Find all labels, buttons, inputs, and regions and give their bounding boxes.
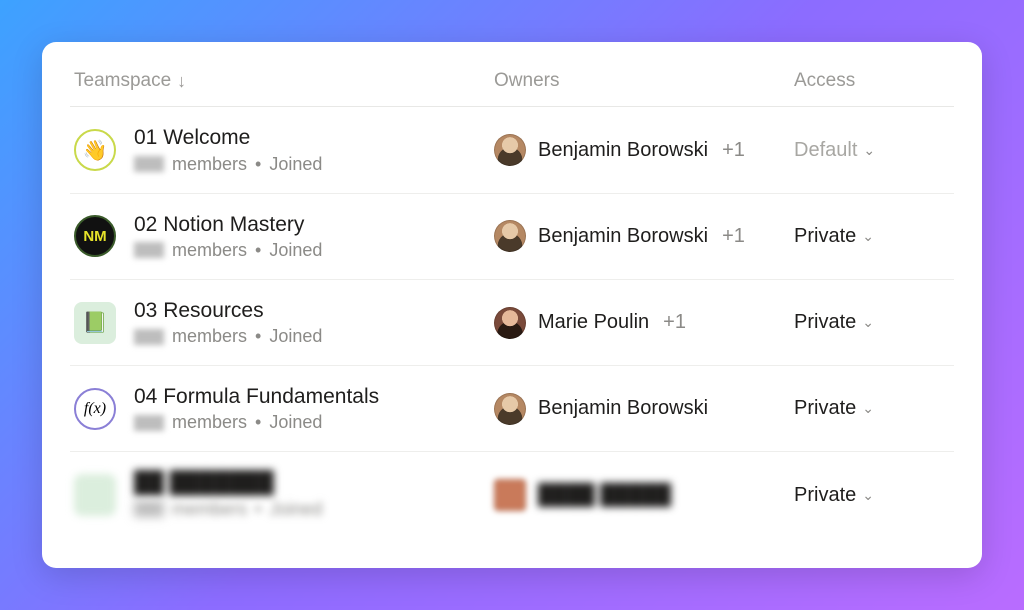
owners-cell: Benjamin Borowski +1	[494, 220, 794, 252]
teamspace-subtitle: members • Joined	[134, 240, 322, 261]
teamspace-title: 03 Resources	[134, 298, 322, 324]
access-value: Private	[794, 225, 856, 248]
teamspace-subtitle: members • Joined	[134, 326, 322, 347]
owners-cell: Benjamin Borowski +1	[494, 134, 794, 166]
access-dropdown[interactable]: Default ⌄	[794, 139, 950, 162]
header-owners[interactable]: Owners	[494, 70, 794, 92]
separator-dot: •	[255, 154, 261, 175]
chevron-down-icon: ⌄	[862, 314, 874, 331]
table-row[interactable]: 📗 03 Resourcesmembers • Joined Marie Poulin +…	[70, 280, 954, 366]
access-dropdown[interactable]: Private ⌄	[794, 484, 950, 507]
redacted-count	[134, 242, 164, 258]
table-row[interactable]: NM 02 Notion Masterymembers • Joined Benjami…	[70, 194, 954, 280]
redacted-count	[134, 156, 164, 172]
redacted-count	[134, 501, 164, 517]
redacted-count	[134, 415, 164, 431]
table-row[interactable]: ██ ███████ members • Joined ████ █████ Privat…	[70, 452, 954, 537]
access-value: Default	[794, 139, 857, 162]
header-teamspace[interactable]: Teamspace ↓	[74, 70, 494, 92]
access-dropdown[interactable]: Private ⌄	[794, 397, 950, 420]
members-label: members	[172, 154, 247, 175]
access-dropdown[interactable]: Private ⌄	[794, 225, 950, 248]
teamspace-icon	[74, 474, 116, 516]
owner-name: Benjamin Borowski	[538, 139, 708, 162]
joined-label: Joined	[269, 240, 322, 261]
separator-dot: •	[255, 412, 261, 433]
teamspace-cell: NM 02 Notion Masterymembers • Joined	[74, 212, 494, 261]
chevron-down-icon: ⌄	[863, 142, 875, 159]
chevron-down-icon: ⌄	[862, 400, 874, 417]
table-row[interactable]: f(x) 04 Formula Fundamentalsmembers • Joine…	[70, 366, 954, 452]
table-body: 👋 01 Welcome members • Joined Benjamin Borows…	[70, 107, 954, 537]
separator-dot: •	[255, 240, 261, 261]
teamspace-cell: ██ ███████ members • Joined	[74, 470, 494, 519]
teamspace-icon: NM	[74, 215, 116, 257]
members-label: members	[172, 499, 247, 520]
header-teamspace-label: Teamspace	[74, 70, 171, 92]
header-owners-label: Owners	[494, 70, 559, 91]
owners-cell: Benjamin Borowski	[494, 393, 794, 425]
teamspace-icon: 📗	[74, 302, 116, 344]
header-access[interactable]: Access	[794, 70, 950, 92]
joined-label: Joined	[269, 499, 322, 520]
avatar	[494, 479, 526, 511]
owners-more-count: +1	[663, 311, 686, 334]
owner-name: Marie Poulin	[538, 311, 649, 334]
teamspaces-card: Teamspace ↓ Owners Access 👋 01 Welcome mem…	[42, 42, 982, 567]
teamspace-icon: f(x)	[74, 388, 116, 430]
members-label: members	[172, 412, 247, 433]
owner-name: Benjamin Borowski	[538, 397, 708, 420]
members-label: members	[172, 326, 247, 347]
teamspace-subtitle: members • Joined	[134, 412, 379, 433]
owners-cell: Marie Poulin +1	[494, 307, 794, 339]
sort-arrow-down-icon: ↓	[177, 71, 186, 92]
chevron-down-icon: ⌄	[862, 487, 874, 504]
owners-more-count: +1	[722, 225, 745, 248]
teamspace-title: 02 Notion Mastery	[134, 212, 322, 238]
teamspace-icon: 👋	[74, 129, 116, 171]
teamspace-title: 01 Welcome	[134, 125, 322, 151]
members-label: members	[172, 240, 247, 261]
avatar	[494, 393, 526, 425]
owner-name: Benjamin Borowski	[538, 225, 708, 248]
chevron-down-icon: ⌄	[862, 228, 874, 245]
teamspace-subtitle: members • Joined	[134, 499, 322, 520]
owners-cell: ████ █████	[494, 479, 794, 511]
access-dropdown[interactable]: Private ⌄	[794, 311, 950, 334]
owners-more-count: +1	[722, 139, 745, 162]
teamspace-cell: f(x) 04 Formula Fundamentalsmembers • Joine…	[74, 384, 494, 433]
joined-label: Joined	[269, 412, 322, 433]
avatar	[494, 134, 526, 166]
separator-dot: •	[255, 326, 261, 347]
joined-label: Joined	[269, 326, 322, 347]
owner-name: ████ █████	[538, 484, 671, 507]
teamspace-subtitle: members • Joined	[134, 154, 322, 175]
table-header: Teamspace ↓ Owners Access	[70, 60, 954, 107]
teamspace-cell: 📗 03 Resourcesmembers • Joined	[74, 298, 494, 347]
access-value: Private	[794, 311, 856, 334]
avatar	[494, 220, 526, 252]
header-access-label: Access	[794, 70, 855, 91]
access-value: Private	[794, 484, 856, 507]
teamspace-cell: 👋 01 Welcome members • Joined	[74, 125, 494, 174]
teamspace-title: ██ ███████	[134, 470, 322, 496]
separator-dot: •	[255, 499, 261, 520]
access-value: Private	[794, 397, 856, 420]
redacted-count	[134, 329, 164, 345]
avatar	[494, 307, 526, 339]
table-row[interactable]: 👋 01 Welcome members • Joined Benjamin Borows…	[70, 107, 954, 193]
joined-label: Joined	[269, 154, 322, 175]
teamspace-title: 04 Formula Fundamentals	[134, 384, 379, 410]
